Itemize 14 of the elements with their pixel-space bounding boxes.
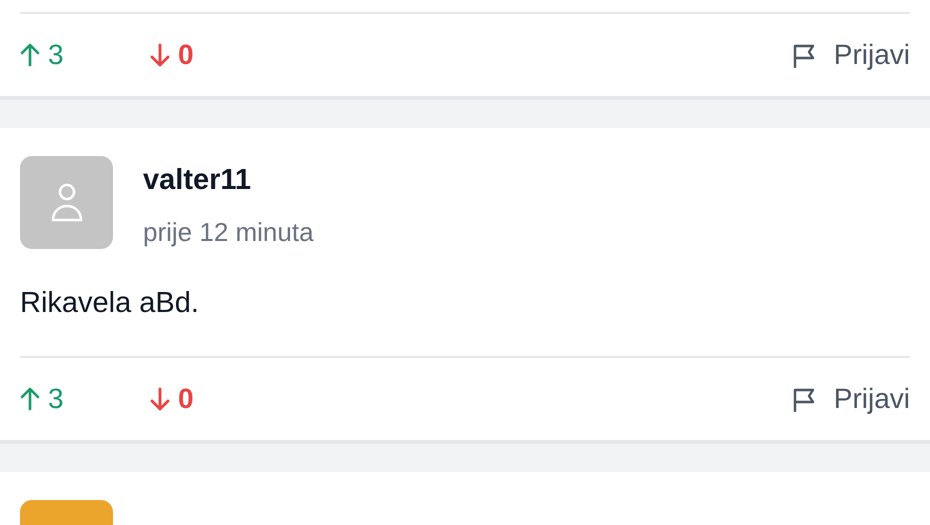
arrow-down-icon [150, 43, 170, 67]
downvote-button[interactable]: 0 [150, 34, 194, 76]
arrow-down-icon [150, 387, 170, 411]
report-button[interactable]: Prijavi [792, 34, 910, 76]
arrow-up-icon [20, 43, 40, 67]
upvote-button[interactable]: 3 [20, 34, 150, 76]
upvote-button[interactable]: 3 [20, 378, 150, 420]
downvote-button[interactable]: 0 [150, 378, 194, 420]
comment-text: Rikavela aBd. [19, 286, 200, 321]
timestamp: prije 12 minuta [143, 216, 314, 248]
user-icon [50, 182, 84, 224]
arrow-up-icon [20, 387, 40, 411]
username: valter11 [143, 163, 252, 198]
report-button[interactable]: Prijavi [792, 378, 910, 420]
